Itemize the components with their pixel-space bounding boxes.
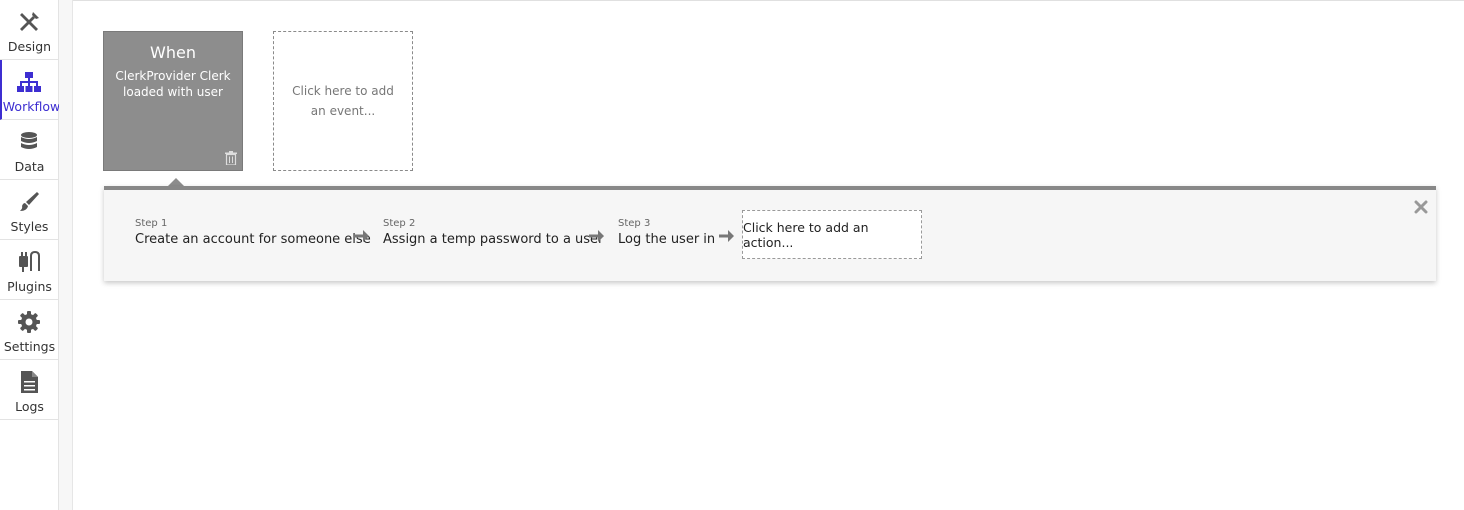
sidebar-item-plugins[interactable]: Plugins [0,240,59,300]
sidebar: Design Workflow Data Styles Plugins Sett… [0,0,61,510]
sidebar-item-label: Settings [3,339,56,354]
action-step-3[interactable]: Step 3 Log the user in [618,218,715,247]
arrow-right-icon [589,230,604,242]
sidebar-item-design[interactable]: Design [0,0,59,60]
trash-icon[interactable] [225,151,237,165]
sidebar-item-data[interactable]: Data [0,120,59,180]
step-number: Step 1 [135,218,168,229]
design-icon [20,12,39,31]
event-pointer [168,178,184,186]
event-card[interactable]: When ClerkProvider Clerk loaded with use… [103,31,243,186]
step-number: Step 2 [383,218,416,229]
action-panel: Step 1 Create an account for someone els… [104,186,1436,281]
step-name: Log the user in [618,232,716,247]
sidebar-item-workflow[interactable]: Workflow [0,60,61,120]
brush-icon [20,192,39,211]
step-number: Step 3 [618,218,651,229]
action-step-2[interactable]: Step 2 Assign a temp password to a user [383,218,603,247]
sidebar-item-label: Plugins [7,279,52,294]
sidebar-item-settings[interactable]: Settings [0,300,59,360]
plug-icon [19,250,40,272]
sidebar-item-label: Data [14,159,45,174]
sidebar-item-styles[interactable]: Styles [0,180,59,240]
sidebar-item-label: Styles [10,219,49,234]
workflow-icon [17,72,41,92]
action-step-1[interactable]: Step 1 Create an account for someone els… [135,218,371,247]
add-event-button[interactable]: Click here to add an event... [273,31,413,171]
arrow-right-icon [719,230,734,242]
add-event-label: Click here to add an event... [292,84,394,118]
sidebar-gutter [59,0,73,510]
event-title: When [150,43,196,62]
sidebar-item-logs[interactable]: Logs [0,360,59,420]
step-name: Create an account for someone else [135,232,371,247]
document-icon [21,371,38,393]
database-icon [21,132,37,149]
add-action-label: Click here to add an action... [743,219,869,250]
gear-icon [18,311,40,333]
sidebar-item-label: Logs [15,399,44,414]
arrow-right-icon [354,230,369,242]
divider [73,0,1464,1]
sidebar-item-label: Design [7,39,52,54]
add-action-button[interactable]: Click here to add an action... [742,210,922,259]
close-icon[interactable] [1414,200,1428,214]
sidebar-item-label: Workflow [2,99,61,114]
step-name: Assign a temp password to a user [383,232,604,247]
event-description: ClerkProvider Clerk loaded with user [115,69,231,99]
